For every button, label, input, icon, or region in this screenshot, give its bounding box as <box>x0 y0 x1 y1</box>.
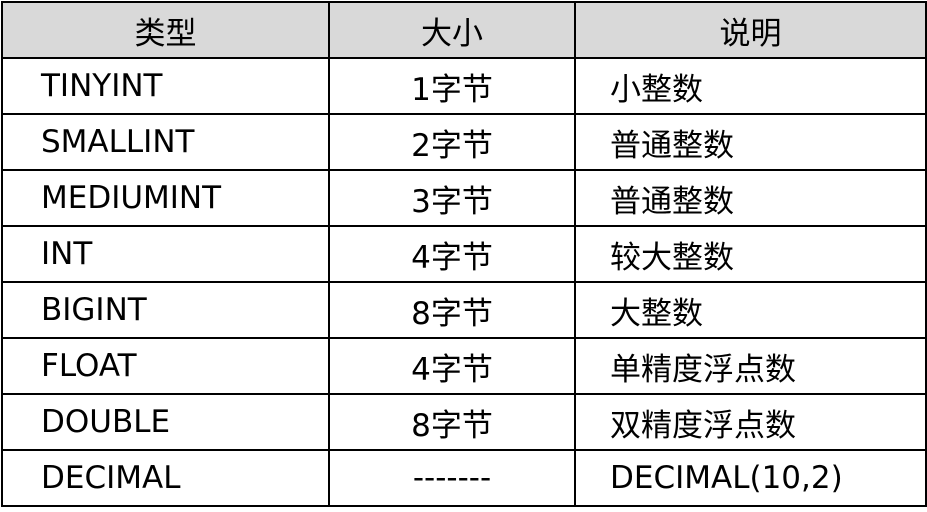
header-type: 类型 <box>1 1 330 59</box>
description-cell: 单精度浮点数 <box>574 337 927 395</box>
description-cell: 普通整数 <box>574 169 927 227</box>
table-row: BIGINT 8字节 大整数 <box>1 281 927 339</box>
size-cell: ------- <box>328 449 576 507</box>
size-cell: 8字节 <box>328 281 576 339</box>
type-cell: FLOAT <box>1 337 330 395</box>
description-cell: DECIMAL(10,2) <box>574 449 927 507</box>
size-cell: 4字节 <box>328 225 576 283</box>
type-cell: SMALLINT <box>1 113 330 171</box>
description-cell: 大整数 <box>574 281 927 339</box>
header-row: 类型 大小 说明 <box>1 1 927 59</box>
type-cell: TINYINT <box>1 57 330 115</box>
size-cell: 8字节 <box>328 393 576 451</box>
table-body: TINYINT 1字节 小整数 SMALLINT 2字节 普通整数 MEDIUM… <box>1 57 927 507</box>
type-cell: DOUBLE <box>1 393 330 451</box>
description-cell: 小整数 <box>574 57 927 115</box>
size-cell: 4字节 <box>328 337 576 395</box>
type-cell: MEDIUMINT <box>1 169 330 227</box>
description-cell: 较大整数 <box>574 225 927 283</box>
type-cell: DECIMAL <box>1 449 330 507</box>
type-cell: BIGINT <box>1 281 330 339</box>
description-cell: 双精度浮点数 <box>574 393 927 451</box>
header-size: 大小 <box>328 1 576 59</box>
size-cell: 1字节 <box>328 57 576 115</box>
type-cell: INT <box>1 225 330 283</box>
table-row: DECIMAL ------- DECIMAL(10,2) <box>1 449 927 507</box>
table-row: TINYINT 1字节 小整数 <box>1 57 927 115</box>
data-types-table: 类型 大小 说明 TINYINT 1字节 小整数 SMALLINT 2字节 普通… <box>1 1 927 507</box>
table-row: SMALLINT 2字节 普通整数 <box>1 113 927 171</box>
table-row: DOUBLE 8字节 双精度浮点数 <box>1 393 927 451</box>
description-cell: 普通整数 <box>574 113 927 171</box>
header-description: 说明 <box>574 1 927 59</box>
size-cell: 2字节 <box>328 113 576 171</box>
table-header: 类型 大小 说明 <box>1 1 927 59</box>
table-row: MEDIUMINT 3字节 普通整数 <box>1 169 927 227</box>
table-row: FLOAT 4字节 单精度浮点数 <box>1 337 927 395</box>
table-row: INT 4字节 较大整数 <box>1 225 927 283</box>
size-cell: 3字节 <box>328 169 576 227</box>
